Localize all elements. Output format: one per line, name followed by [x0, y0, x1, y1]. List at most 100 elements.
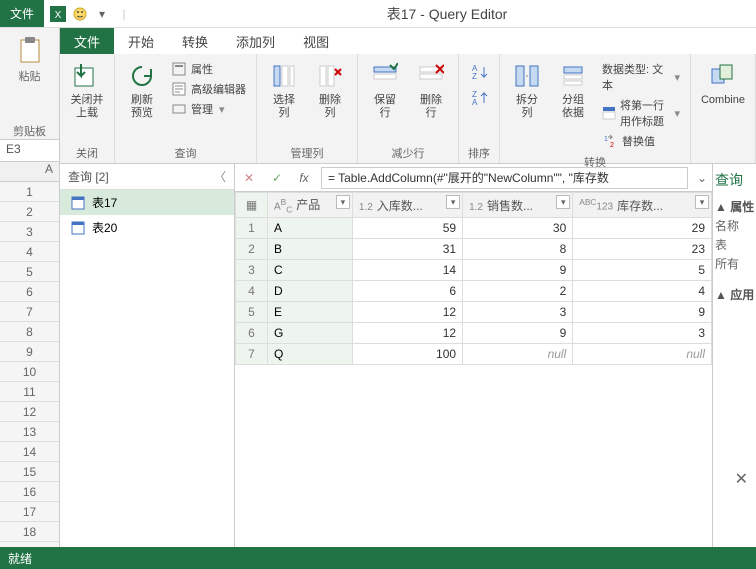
table-row[interactable]: 4D624 [236, 281, 712, 302]
excel-row-header[interactable]: 4 [0, 242, 59, 262]
cell-product[interactable]: G [268, 323, 353, 344]
smiley-icon[interactable] [72, 6, 88, 22]
queries-header[interactable]: 查询 [2] 〈 [60, 164, 234, 190]
keep-rows-button[interactable]: 保留 行 [364, 58, 406, 122]
formula-dropdown-icon[interactable]: ⌄ [692, 171, 712, 185]
qe-tab-view[interactable]: 视图 [289, 28, 343, 54]
manage-button[interactable]: 管理▾ [167, 100, 250, 118]
excel-row-header[interactable]: 8 [0, 322, 59, 342]
row-number[interactable]: 3 [236, 260, 268, 281]
cell-product[interactable]: Q [268, 344, 353, 365]
cell-sale[interactable]: 2 [463, 281, 573, 302]
refresh-preview-button[interactable]: 刷新 预览 [121, 58, 163, 122]
cell-in[interactable]: 12 [352, 302, 462, 323]
table-row[interactable]: 7Q100nullnull [236, 344, 712, 365]
excel-row-header[interactable]: 12 [0, 402, 59, 422]
corner-cell[interactable]: ▦ [236, 193, 268, 218]
column-dropdown-icon[interactable]: ▾ [695, 195, 709, 209]
excel-col-header[interactable]: A [0, 162, 59, 182]
query-item[interactable]: 表17 [60, 190, 234, 215]
combine-button[interactable]: Combine [697, 58, 749, 109]
row-number[interactable]: 6 [236, 323, 268, 344]
qe-tab-transform[interactable]: 转换 [168, 28, 222, 54]
table-row[interactable]: 3C1495 [236, 260, 712, 281]
properties-button[interactable]: 属性 [167, 60, 250, 78]
collapse-queries-icon[interactable]: 〈 [214, 168, 226, 185]
excel-row-header[interactable]: 17 [0, 502, 59, 522]
replace-values-button[interactable]: 12 替换值 [598, 132, 684, 150]
table-row[interactable]: 1A593029 [236, 218, 712, 239]
cell-in[interactable]: 100 [352, 344, 462, 365]
data-grid[interactable]: ▦ABC产品▾1.2入库数...▾1.2销售数...▾ABC123库存数...▾… [235, 192, 712, 547]
cell-stock[interactable]: 4 [573, 281, 712, 302]
qat-dropdown-icon[interactable]: ▾ [94, 6, 110, 22]
excel-row-header[interactable]: 5 [0, 262, 59, 282]
excel-row-header[interactable]: 1 [0, 182, 59, 202]
excel-row-header[interactable]: 11 [0, 382, 59, 402]
column-dropdown-icon[interactable]: ▾ [556, 195, 570, 209]
group-by-button[interactable]: 分组 依据 [552, 58, 594, 122]
excel-row-header[interactable]: 13 [0, 422, 59, 442]
accept-formula-icon[interactable]: ✓ [263, 171, 291, 185]
column-header[interactable]: 1.2入库数...▾ [352, 193, 462, 218]
cell-sale[interactable]: 9 [463, 260, 573, 281]
close-and-load-button[interactable]: 关闭并 上载 [66, 58, 108, 122]
first-row-header-button[interactable]: 将第一行用作标题▾ [598, 96, 684, 130]
cell-sale[interactable]: 9 [463, 323, 573, 344]
table-row[interactable]: 5E1239 [236, 302, 712, 323]
cell-in[interactable]: 12 [352, 323, 462, 344]
excel-row-header[interactable]: 15 [0, 462, 59, 482]
name-box[interactable]: E3 [0, 140, 59, 162]
query-item[interactable]: 表20 [60, 215, 234, 240]
qe-tab-file[interactable]: 文件 [60, 28, 114, 54]
formula-input[interactable]: = Table.AddColumn(#"展开的"NewColumn"", "库存… [321, 167, 688, 189]
cell-stock[interactable]: 9 [573, 302, 712, 323]
row-number[interactable]: 7 [236, 344, 268, 365]
fx-icon[interactable]: fx [291, 171, 317, 185]
cell-in[interactable]: 14 [352, 260, 462, 281]
cell-sale[interactable]: 3 [463, 302, 573, 323]
row-number[interactable]: 5 [236, 302, 268, 323]
excel-row-header[interactable]: 9 [0, 342, 59, 362]
row-number[interactable]: 1 [236, 218, 268, 239]
cell-stock[interactable]: 5 [573, 260, 712, 281]
excel-row-header[interactable]: 18 [0, 522, 59, 542]
qe-tab-home[interactable]: 开始 [114, 28, 168, 54]
cell-in[interactable]: 59 [352, 218, 462, 239]
excel-row-header[interactable]: 3 [0, 222, 59, 242]
settings-all-label[interactable]: 所有 [715, 255, 754, 272]
cell-in[interactable]: 6 [352, 281, 462, 302]
cell-product[interactable]: A [268, 218, 353, 239]
cell-stock[interactable]: null [573, 344, 712, 365]
table-row[interactable]: 2B31823 [236, 239, 712, 260]
data-type-button[interactable]: 数据类型: 文本▾ [598, 60, 684, 94]
paste-icon[interactable] [16, 34, 44, 66]
cell-stock[interactable]: 3 [573, 323, 712, 344]
cancel-formula-icon[interactable]: ✕ [235, 171, 263, 185]
cell-sale[interactable]: 8 [463, 239, 573, 260]
table-row[interactable]: 6G1293 [236, 323, 712, 344]
excel-row-header[interactable]: 7 [0, 302, 59, 322]
column-dropdown-icon[interactable]: ▾ [446, 195, 460, 209]
excel-file-tab[interactable]: 文件 [0, 0, 44, 27]
settings-name-value[interactable]: 表 [715, 236, 754, 253]
close-settings-icon[interactable]: ✕ [735, 469, 748, 489]
excel-row-header[interactable]: 10 [0, 362, 59, 382]
excel-row-header[interactable]: 2 [0, 202, 59, 222]
column-header[interactable]: 1.2销售数...▾ [463, 193, 573, 218]
cell-product[interactable]: B [268, 239, 353, 260]
excel-row-header[interactable]: 14 [0, 442, 59, 462]
cell-in[interactable]: 31 [352, 239, 462, 260]
row-number[interactable]: 4 [236, 281, 268, 302]
cell-product[interactable]: D [268, 281, 353, 302]
cell-stock[interactable]: 23 [573, 239, 712, 260]
cell-stock[interactable]: 29 [573, 218, 712, 239]
sort-desc-button[interactable]: ZA [467, 86, 491, 110]
split-column-button[interactable]: 拆分 列 [506, 58, 548, 122]
qe-tab-add-column[interactable]: 添加列 [222, 28, 289, 54]
remove-columns-button[interactable]: 删除 列 [309, 58, 351, 122]
choose-columns-button[interactable]: 选择 列 [263, 58, 305, 122]
excel-row-header[interactable]: 16 [0, 482, 59, 502]
cell-product[interactable]: C [268, 260, 353, 281]
cell-sale[interactable]: 30 [463, 218, 573, 239]
